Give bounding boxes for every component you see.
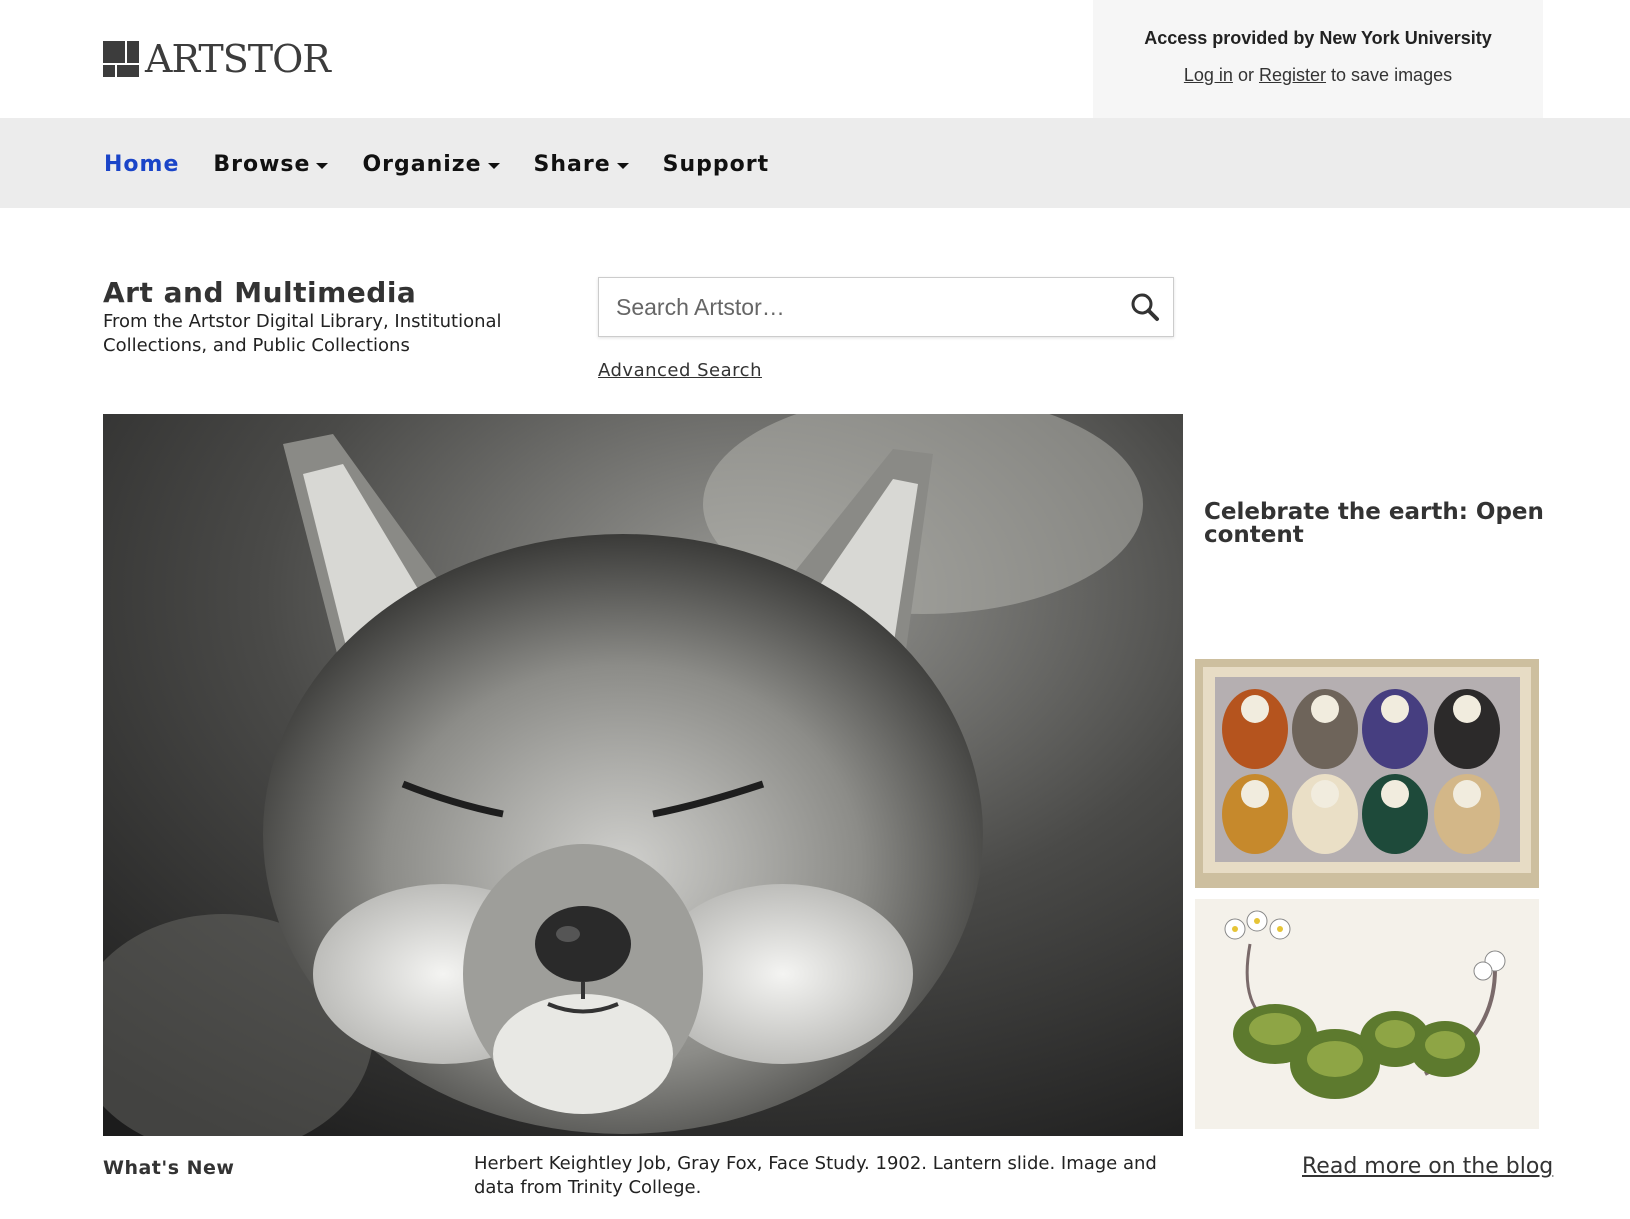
thumbnail-owls-painting[interactable] xyxy=(1195,659,1539,888)
search-box xyxy=(598,277,1174,337)
register-link[interactable]: Register xyxy=(1259,65,1326,85)
caret-down-icon xyxy=(316,162,329,169)
read-more-blog-link[interactable]: Read more on the blog xyxy=(1302,1154,1553,1179)
nav-share[interactable]: Share xyxy=(534,152,629,177)
caret-down-icon xyxy=(487,162,500,169)
logo-text: ARTSTOR xyxy=(145,37,331,81)
or-text: or xyxy=(1237,65,1254,85)
login-link[interactable]: Log in xyxy=(1184,65,1233,85)
main-navigation: Home Browse Organize Share Support xyxy=(0,118,1630,208)
nav-home-label: Home xyxy=(104,152,180,177)
nav-support-label: Support xyxy=(662,152,770,177)
fox-photo xyxy=(103,414,1183,1136)
featured-image-gray-fox[interactable] xyxy=(103,414,1183,1136)
nav-browse[interactable]: Browse xyxy=(213,152,329,177)
image-caption: Herbert Keightley Job, Gray Fox, Face St… xyxy=(474,1153,1157,1198)
caret-down-icon xyxy=(616,162,629,169)
site-header: ARTSTOR Access provided by New York Univ… xyxy=(0,0,1630,118)
nav-home[interactable]: Home xyxy=(104,152,179,177)
thumbnail-botanical-drawing[interactable] xyxy=(1195,899,1539,1129)
page-title: Art and Multimedia xyxy=(103,276,417,309)
advanced-search-link[interactable]: Advanced Search xyxy=(598,360,762,381)
artstor-logo-mark xyxy=(103,41,139,77)
search-input[interactable] xyxy=(599,278,1118,336)
botanical-drawing-image xyxy=(1195,899,1539,1129)
nav-support[interactable]: Support xyxy=(663,152,769,177)
save-images-text: to save images xyxy=(1331,65,1453,85)
side-feature-heading[interactable]: Celebrate the earth: Open content xyxy=(1204,501,1544,547)
access-provided-text: Access provided by New York University xyxy=(1144,28,1492,48)
owls-painting-image xyxy=(1195,659,1539,888)
artstor-logo[interactable]: ARTSTOR xyxy=(103,37,331,81)
login-prompt: Log in or Register to save images xyxy=(1093,65,1543,86)
search-button[interactable] xyxy=(1129,291,1161,323)
page-subtitle: From the Artstor Digital Library, Instit… xyxy=(103,311,502,356)
nav-organize[interactable]: Organize xyxy=(362,152,500,177)
nav-organize-label: Organize xyxy=(362,152,482,177)
nav-share-label: Share xyxy=(533,152,611,177)
whats-new-label: What's New xyxy=(103,1157,235,1179)
institution-access-panel: Access provided by New York University L… xyxy=(1093,0,1543,118)
nav-browse-label: Browse xyxy=(213,152,311,177)
search-icon xyxy=(1131,293,1159,321)
